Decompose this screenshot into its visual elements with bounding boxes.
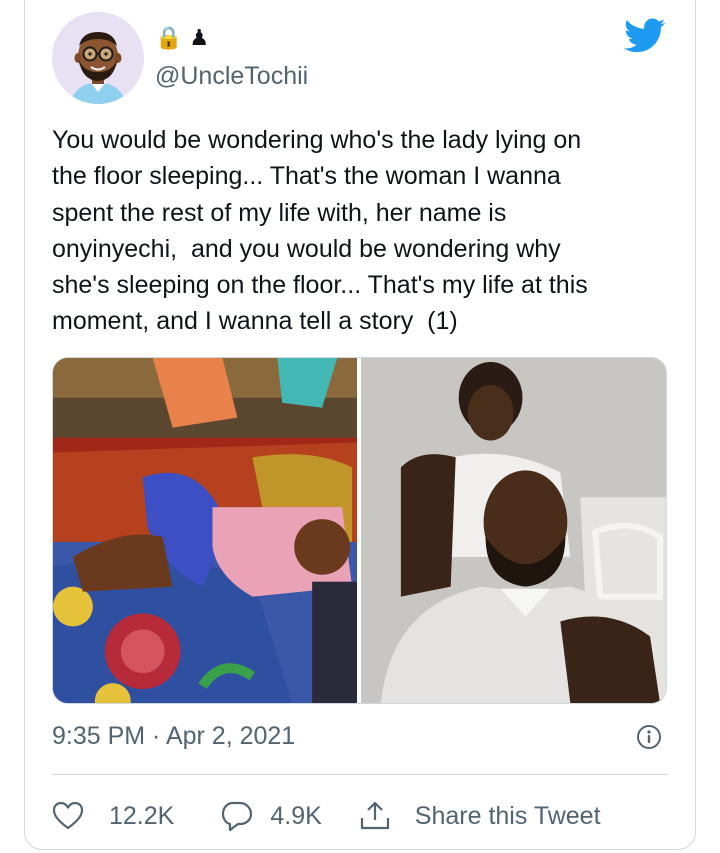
display-name-text: 🔒 ♟ [155, 25, 210, 51]
tweet-actions: 12.2K 4.9K Share this Tweet [52, 796, 601, 836]
info-icon[interactable] [636, 724, 662, 750]
tweet-text: You would be wondering who's the lady ly… [52, 126, 588, 336]
like-button[interactable]: 12.2K [52, 801, 174, 831]
display-name[interactable]: 🔒 ♟ [155, 24, 209, 52]
reply-icon [222, 801, 253, 832]
photo-2-image [361, 358, 666, 703]
share-icon [360, 801, 389, 830]
tweet-timestamp[interactable]: 9:35 PM · Apr 2, 2021 [52, 722, 295, 751]
twitter-bird-icon[interactable] [624, 18, 666, 54]
reply-count: 4.9K [270, 801, 322, 830]
tweet-media[interactable] [52, 357, 667, 704]
photo-sleeping-woman[interactable] [53, 358, 357, 703]
avatar-image [52, 12, 144, 104]
photo-1-image [53, 358, 357, 703]
photo-couple-selfie[interactable] [361, 358, 666, 703]
reply-button[interactable]: 4.9K [220, 800, 322, 832]
heart-icon [52, 801, 84, 830]
like-count: 12.2K [109, 801, 175, 830]
share-button[interactable]: Share this Tweet [358, 800, 601, 832]
avatar[interactable] [52, 12, 144, 104]
user-handle[interactable]: @UncleTochii [155, 62, 308, 91]
share-label: Share this Tweet [414, 801, 601, 830]
divider [52, 774, 668, 775]
